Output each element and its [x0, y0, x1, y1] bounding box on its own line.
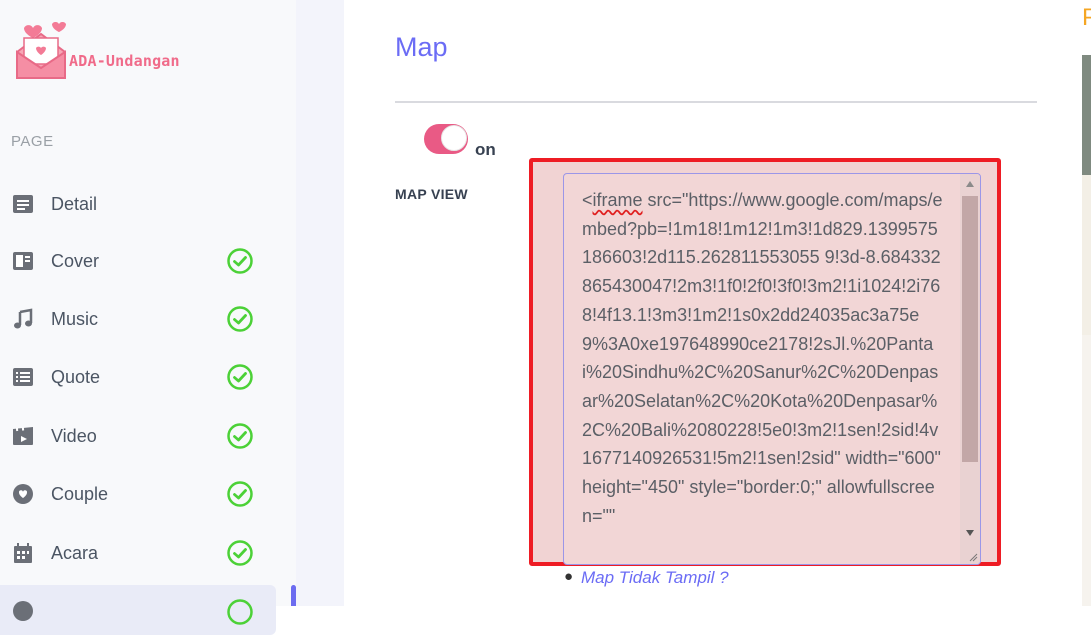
cover-layout-icon — [11, 249, 35, 273]
envelope-heart-icon — [16, 21, 66, 79]
music-note-icon — [11, 307, 35, 331]
map-pin-icon — [11, 599, 35, 623]
preview-panel: P — [1064, 0, 1091, 606]
sidebar-item-label: Detail — [51, 193, 98, 214]
scroll-up-arrow-icon[interactable] — [966, 181, 974, 187]
sidebar-item-video[interactable]: Video — [0, 411, 276, 461]
map-embed-textarea[interactable]: <iframe src="https://www.google.com/maps… — [563, 173, 981, 565]
check-circle-icon — [227, 364, 253, 390]
map-toggle-switch[interactable] — [424, 124, 468, 154]
sidebar-item-label: Music — [51, 308, 99, 329]
preview-image — [1082, 55, 1091, 606]
check-circle-icon — [227, 540, 253, 566]
toggle-state-label: on — [475, 140, 496, 159]
check-circle-icon — [227, 599, 253, 625]
map-embed-code[interactable]: <iframe src="https://www.google.com/maps… — [582, 186, 944, 530]
resize-grip-icon[interactable] — [968, 552, 978, 562]
sidebar-item-acara[interactable]: Acara — [0, 528, 276, 578]
bullet-icon: ● — [564, 568, 574, 585]
main-panel: Map on MAP VIEW <iframe src="https://www… — [344, 0, 1064, 606]
calendar-icon — [11, 541, 35, 565]
scroll-thumb[interactable] — [962, 196, 978, 462]
brand-name: ADA-Undangan — [69, 52, 180, 70]
spellcheck-word: iframe — [592, 190, 643, 210]
sidebar-item-label: Acara — [51, 542, 99, 563]
map-not-showing-link[interactable]: Map Tidak Tampil ? — [581, 568, 729, 588]
toggle-knob — [441, 125, 467, 151]
scroll-down-arrow-icon[interactable] — [966, 530, 974, 536]
map-embed-code-rest: src="https://www.google.com/maps/embed?p… — [582, 190, 946, 526]
title-divider — [395, 101, 1037, 103]
check-circle-icon — [227, 248, 253, 274]
content-gutter — [296, 0, 344, 606]
sidebar-item-label: Video — [51, 425, 97, 446]
sidebar-item-detail[interactable]: Detail — [0, 179, 276, 229]
sidebar-item-label: Quote — [51, 366, 101, 387]
document-icon — [11, 192, 35, 216]
preview-title-fragment: P — [1082, 4, 1091, 31]
sidebar-section-label: PAGE — [11, 133, 54, 150]
check-circle-icon — [227, 481, 253, 507]
sidebar-item-map[interactable] — [0, 585, 276, 635]
sidebar-item-couple[interactable]: Couple — [0, 469, 276, 519]
sidebar-item-quote[interactable]: Quote — [0, 352, 276, 402]
sidebar-item-label: Couple — [51, 483, 109, 504]
textarea-scrollbar[interactable] — [960, 174, 980, 564]
map-view-label: MAP VIEW — [395, 186, 468, 202]
film-icon — [11, 424, 35, 448]
list-icon — [11, 365, 35, 389]
sidebar: ADA-Undangan PAGE Detail Cover Music Quo… — [0, 0, 296, 635]
check-circle-icon — [227, 306, 253, 332]
heart-icon — [11, 482, 35, 506]
page-title: Map — [395, 32, 448, 62]
sidebar-item-label: Cover — [51, 250, 100, 271]
sidebar-item-cover[interactable]: Cover — [0, 236, 276, 286]
sidebar-item-music[interactable]: Music — [0, 294, 276, 344]
check-circle-icon — [227, 423, 253, 449]
